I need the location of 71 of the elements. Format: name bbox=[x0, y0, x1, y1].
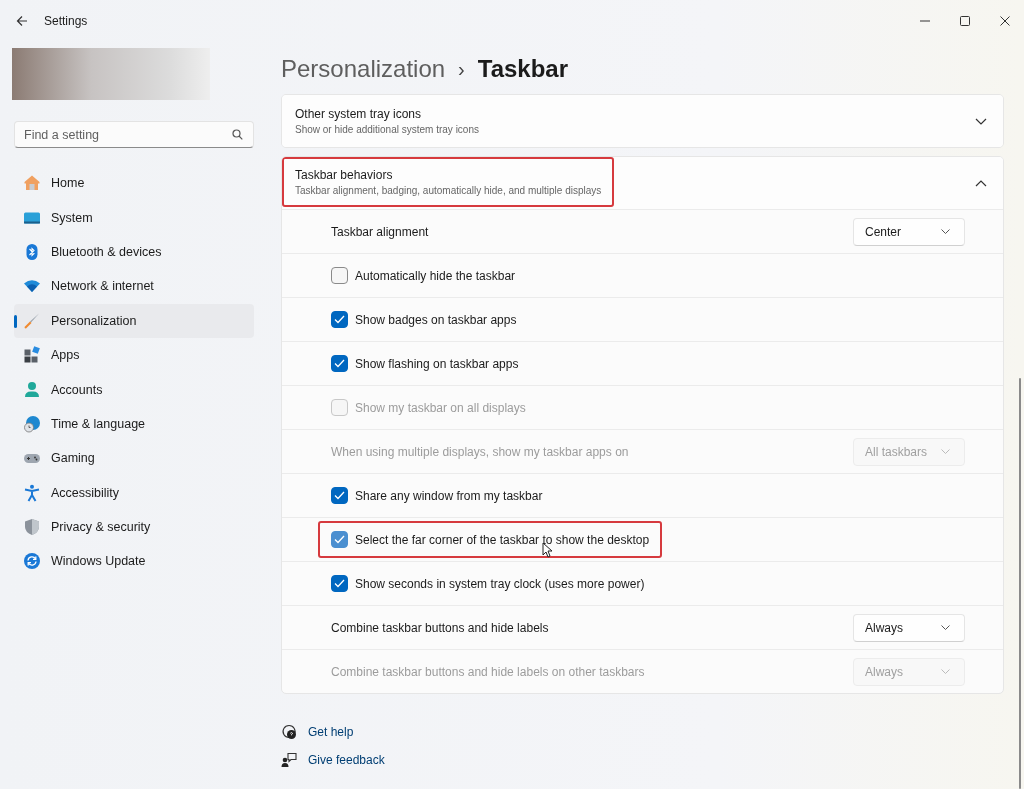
checkbox-label: Share any window from my taskbar bbox=[355, 488, 543, 503]
checkbox-label: Show my taskbar on all displays bbox=[355, 400, 526, 415]
sidebar-item[interactable]: Time & language bbox=[14, 406, 254, 442]
scrollbar-thumb[interactable] bbox=[1019, 378, 1021, 789]
close-icon[interactable] bbox=[1000, 16, 1010, 26]
back-button[interactable] bbox=[15, 14, 29, 28]
person-icon bbox=[23, 380, 41, 399]
checkmark-icon bbox=[334, 579, 345, 588]
sidebar-item[interactable]: Personalization bbox=[14, 303, 254, 338]
window-title: Settings bbox=[44, 14, 88, 28]
checkmark-icon bbox=[334, 535, 345, 544]
footer-link[interactable]: Get help bbox=[308, 725, 354, 739]
checkbox-label: Show badges on taskbar apps bbox=[355, 312, 517, 327]
sidebar-item[interactable]: Apps bbox=[14, 337, 254, 373]
sidebar-item[interactable]: Gaming bbox=[14, 441, 254, 476]
checkbox[interactable] bbox=[331, 531, 348, 548]
sidebar-item[interactable]: Network & internet bbox=[14, 269, 254, 304]
sync-icon bbox=[23, 552, 41, 571]
section-subtitle: Taskbar alignment, badging, automatically hide, and multiple displays bbox=[295, 185, 602, 196]
accessibility-icon bbox=[23, 483, 41, 502]
checkmark-icon bbox=[334, 491, 345, 500]
checkmark-icon bbox=[334, 315, 345, 324]
search-field[interactable]: Find a setting bbox=[14, 121, 254, 148]
dropdown[interactable]: Always bbox=[853, 613, 965, 642]
home-icon bbox=[23, 174, 41, 193]
sidebar-item[interactable]: Windows Update bbox=[14, 544, 254, 579]
section-title: Other system tray icons bbox=[295, 107, 423, 121]
page-title: Taskbar bbox=[477, 55, 569, 83]
maximize-icon[interactable] bbox=[960, 16, 970, 26]
bluetooth-icon bbox=[23, 242, 41, 261]
sidebar-item[interactable]: Privacy & security bbox=[14, 509, 254, 545]
feedback-icon bbox=[281, 752, 297, 768]
checkbox[interactable] bbox=[331, 267, 348, 284]
setting-label: Taskbar alignment bbox=[331, 224, 429, 239]
checkmark-icon bbox=[334, 359, 345, 368]
breadcrumb-separator: › bbox=[458, 57, 465, 81]
chevron-down-icon bbox=[941, 229, 950, 234]
shield-icon bbox=[23, 518, 41, 537]
section-subtitle: Show or hide additional system tray icons bbox=[295, 124, 479, 135]
mouse-pointer-icon bbox=[542, 542, 553, 558]
checkbox[interactable] bbox=[331, 311, 348, 328]
footer-link[interactable]: Give feedback bbox=[308, 753, 385, 767]
checkbox-label: Automatically hide the taskbar bbox=[355, 268, 516, 283]
checkbox-label: Select the far corner of the taskbar to show the desktop bbox=[355, 532, 650, 547]
setting-label: Combine taskbar buttons and hide labels bbox=[331, 620, 549, 635]
breadcrumb-parent[interactable]: Personalization bbox=[281, 55, 446, 83]
setting-label: Combine taskbar buttons and hide labels on other taskbars bbox=[331, 664, 645, 679]
chevron-down-icon bbox=[941, 669, 950, 674]
chevron-down-icon bbox=[941, 449, 950, 454]
section-title: Taskbar behaviors bbox=[295, 168, 394, 182]
expander-header[interactable]: Taskbar behaviors Taskbar alignment, badging, automatically hide, and multiple displays bbox=[282, 157, 1003, 209]
sidebar-item[interactable]: Accounts bbox=[14, 372, 254, 407]
help-icon bbox=[281, 724, 297, 740]
checkbox[interactable] bbox=[331, 355, 348, 372]
search-icon bbox=[232, 129, 243, 140]
sidebar-item[interactable]: Home bbox=[14, 166, 254, 201]
checkbox-label: Show flashing on taskbar apps bbox=[355, 356, 519, 371]
chevron-down-icon bbox=[975, 117, 987, 125]
checkbox-label: Show seconds in system tray clock (uses more power) bbox=[355, 576, 645, 591]
sidebar-item[interactable]: Bluetooth & devices bbox=[14, 234, 254, 270]
chevron-up-icon bbox=[975, 179, 987, 187]
checkbox[interactable] bbox=[331, 575, 348, 592]
expander-header[interactable]: Other system tray icons Show or hide additional system tray icons bbox=[282, 95, 1003, 147]
setting-label: When using multiple displays, show my taskbar apps on bbox=[331, 444, 629, 459]
sidebar-item[interactable]: System bbox=[14, 200, 254, 235]
dropdown[interactable]: Center bbox=[853, 217, 965, 246]
globe-clock-icon bbox=[23, 414, 41, 433]
sidebar-item[interactable]: Accessibility bbox=[14, 475, 254, 510]
checkbox[interactable] bbox=[331, 487, 348, 504]
apps-icon bbox=[23, 346, 41, 365]
chevron-down-icon bbox=[941, 625, 950, 630]
